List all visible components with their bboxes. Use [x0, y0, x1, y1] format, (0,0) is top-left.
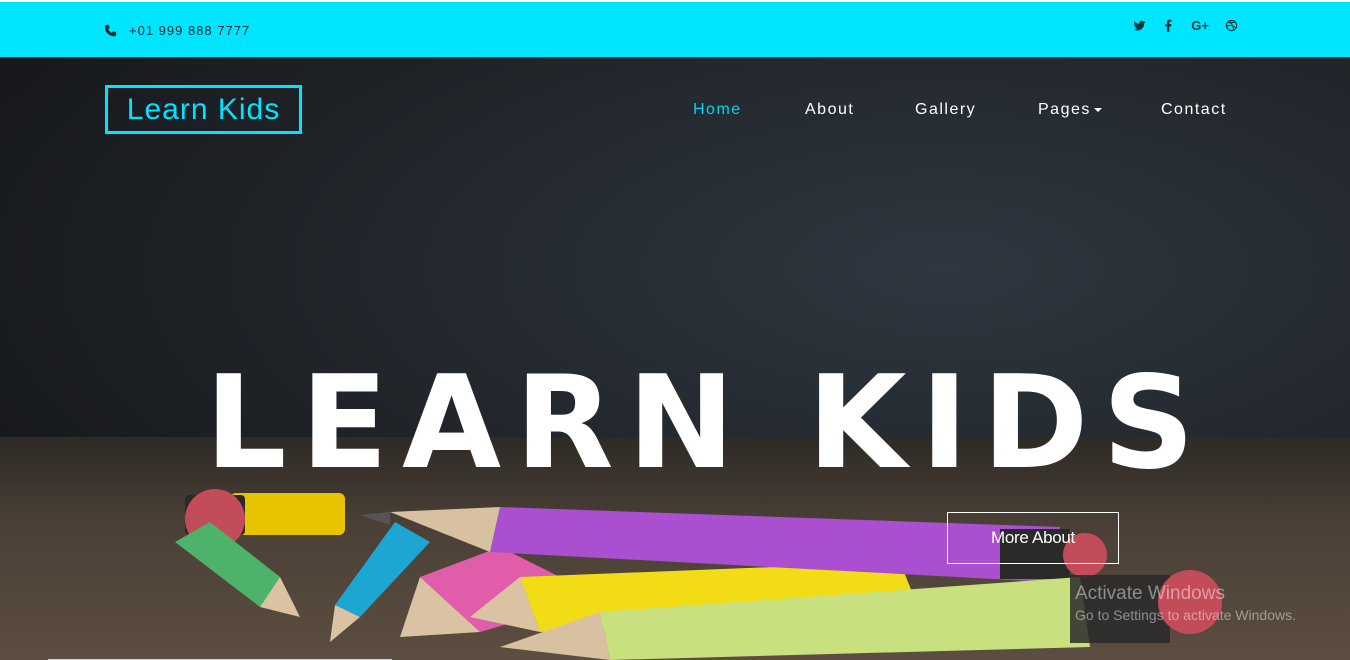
social-links: G+ — [1133, 18, 1238, 33]
phone-icon — [104, 24, 117, 36]
hero-title: LEARN KIDS — [205, 349, 1209, 498]
phone-number: +01 999 888 7777 — [129, 22, 251, 38]
phone-contact: +01 999 888 7777 — [104, 21, 250, 39]
more-about-button[interactable]: More About — [947, 512, 1119, 564]
chevron-down-icon — [1093, 107, 1102, 112]
nav-pages-label: Pages — [1038, 101, 1091, 118]
watermark-title: Activate Windows — [1075, 583, 1225, 604]
facebook-icon[interactable] — [1162, 19, 1175, 32]
nav-about[interactable]: About — [805, 101, 854, 119]
top-bar: +01 999 888 7777 G+ — [0, 0, 1350, 57]
nav-pages[interactable]: Pages — [1038, 101, 1102, 119]
twitter-icon[interactable] — [1133, 19, 1146, 32]
activate-windows-watermark: Activate Windows Go to Settings to activ… — [1075, 583, 1296, 623]
nav-gallery[interactable]: Gallery — [915, 101, 976, 119]
dribbble-icon[interactable] — [1225, 19, 1238, 32]
main-nav: Home About Gallery Pages Contact — [0, 101, 1350, 121]
watermark-subtitle: Go to Settings to activate Windows. — [1075, 607, 1296, 623]
nav-home[interactable]: Home — [693, 101, 742, 119]
hero-section: Learn Kids Home About Gallery Pages Cont… — [0, 57, 1350, 660]
nav-contact[interactable]: Contact — [1161, 101, 1227, 119]
google-plus-icon[interactable]: G+ — [1191, 18, 1209, 33]
